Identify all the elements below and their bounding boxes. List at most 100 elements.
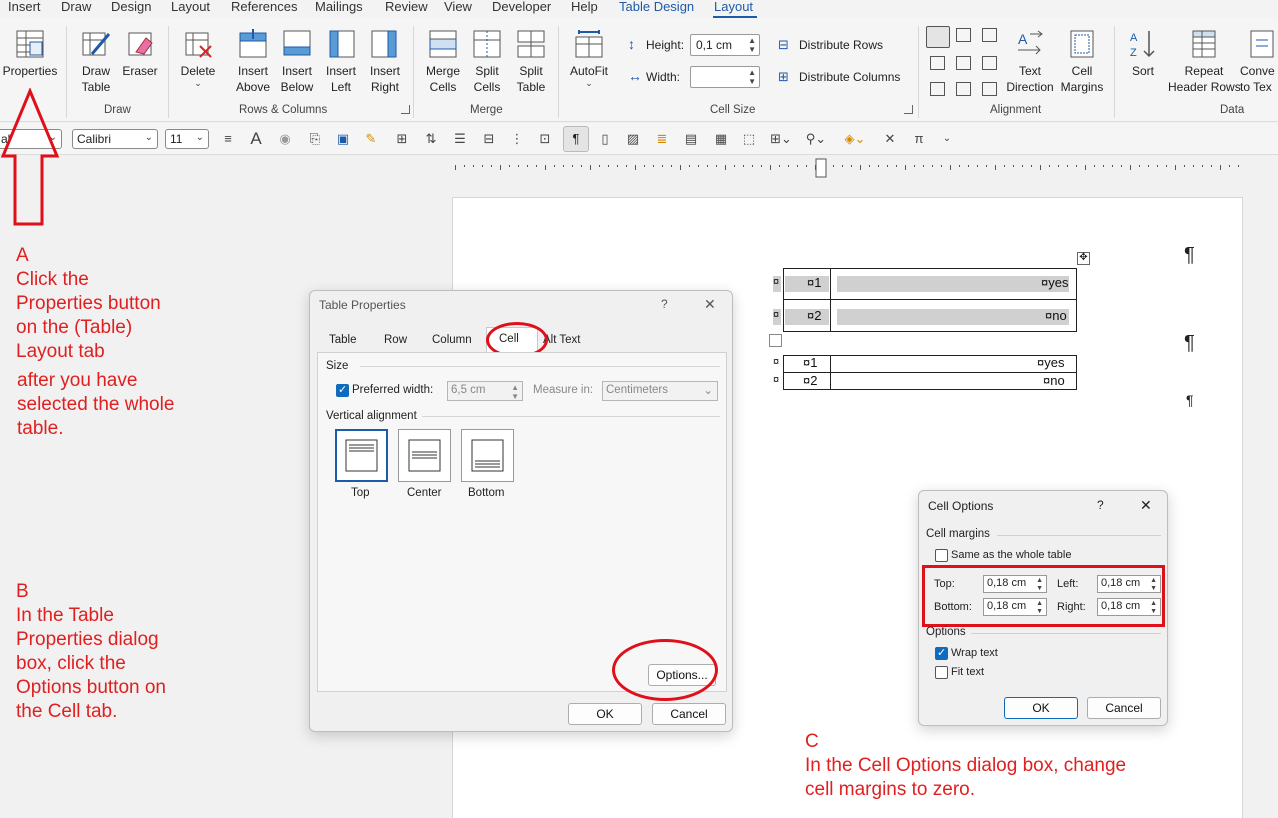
link-icon[interactable]: ⚲⌄ <box>803 130 829 148</box>
tab-alt-text[interactable]: Alt Text <box>543 334 581 346</box>
bullets-icon[interactable]: ☰ <box>451 130 469 148</box>
bottom-margin-field[interactable]: 0,18 cm ▲ ▼ <box>983 598 1047 616</box>
highlight-icon[interactable]: ◉ <box>276 130 294 148</box>
sort-button[interactable]: AZ Sort <box>1122 28 1164 79</box>
align-center-icon[interactable] <box>956 56 971 70</box>
picture-icon[interactable]: ▨ <box>624 130 642 148</box>
tab-references[interactable]: References <box>231 0 297 14</box>
stack-icon[interactable]: ≣ <box>653 130 671 148</box>
align-bottom-right-icon[interactable] <box>982 82 997 96</box>
split-cells-button[interactable]: Split Cells <box>466 28 508 95</box>
distribute-columns-button[interactable]: Distribute Columns <box>799 70 900 84</box>
spinner-arrows-icon[interactable]: ▲ ▼ <box>1150 577 1157 593</box>
delete-button[interactable]: Delete ⌄ <box>176 28 220 88</box>
close-x-icon[interactable]: ✕ <box>881 130 899 148</box>
cancel-button[interactable]: Cancel <box>652 703 726 725</box>
help-button[interactable]: ? <box>1097 498 1104 512</box>
split-table-button[interactable]: Split Table <box>510 28 552 95</box>
text-box-icon[interactable]: ▣ <box>334 130 352 148</box>
select-icon[interactable]: ⬚ <box>740 130 758 148</box>
align-top-center-icon[interactable] <box>956 28 971 42</box>
insert-below-button[interactable]: Insert Below <box>276 28 318 95</box>
tab-table-design[interactable]: Table Design <box>619 0 694 14</box>
width-field[interactable]: ▲ ▼ <box>690 66 760 88</box>
tab-view[interactable]: View <box>444 0 472 14</box>
draw-table-button[interactable]: Draw Table <box>76 28 116 95</box>
spinner-arrows-icon[interactable]: ▲ ▼ <box>748 36 756 54</box>
document-icon[interactable]: ▤ <box>682 130 700 148</box>
tab-table-layout[interactable]: Layout <box>714 0 753 14</box>
right-margin-field[interactable]: 0,18 cm ▲ ▼ <box>1097 598 1161 616</box>
ok-button[interactable]: OK <box>1004 697 1078 719</box>
page-icon[interactable]: ▯ <box>596 130 614 148</box>
same-as-whole-table-checkbox[interactable] <box>935 549 948 562</box>
cell-size-launcher-icon[interactable] <box>904 105 913 114</box>
spinner-arrows-icon[interactable]: ▲ ▼ <box>511 383 519 401</box>
horizontal-ruler[interactable] <box>0 156 1278 178</box>
tab-help[interactable]: Help <box>571 0 598 14</box>
font-color-icon[interactable]: A <box>247 130 265 148</box>
valign-top-option[interactable] <box>335 429 388 482</box>
document-table-2[interactable]: ¤ ¤1 ¤yes ¤ ¤2 ¤no <box>773 355 1077 390</box>
numbering-icon[interactable]: ⋮ <box>508 130 526 148</box>
tab-review[interactable]: Review <box>385 0 428 14</box>
cancel-button[interactable]: Cancel <box>1087 697 1161 719</box>
eraser-button[interactable]: Eraser <box>120 28 160 79</box>
tab-layout-page[interactable]: Layout <box>171 0 210 14</box>
top-margin-field[interactable]: 0,18 cm ▲ ▼ <box>983 575 1047 593</box>
clear-format-icon[interactable]: ⎘ <box>306 130 324 148</box>
document-table-1[interactable]: ¤ ¤1 ¤yes ¤ ¤2 ¤no <box>773 268 1077 332</box>
align-center-left-icon[interactable] <box>930 56 945 70</box>
tab-draw[interactable]: Draw <box>61 0 91 14</box>
insert-right-button[interactable]: Insert Right <box>364 28 406 95</box>
shading-icon[interactable]: ◈⌄ <box>840 130 870 148</box>
tab-column[interactable]: Column <box>432 334 472 346</box>
format-painter-icon[interactable]: ✎ <box>362 130 380 148</box>
spinner-arrows-icon[interactable]: ▲ ▼ <box>1036 600 1043 616</box>
text-direction-button[interactable]: A Text Direction <box>1006 28 1054 95</box>
insert-left-button[interactable]: Insert Left <box>320 28 362 95</box>
symbol-icon[interactable]: π <box>910 130 928 148</box>
table-grid-icon[interactable]: ⊞ <box>393 130 411 148</box>
spinner-arrows-icon[interactable]: ▲ ▼ <box>1036 577 1043 593</box>
close-icon[interactable]: ✕ <box>1140 497 1152 514</box>
tab-table[interactable]: Table <box>329 334 357 346</box>
height-field[interactable]: 0,1 cm ▲ ▼ <box>690 34 760 56</box>
tab-design[interactable]: Design <box>111 0 151 14</box>
close-icon[interactable]: ✕ <box>704 296 716 313</box>
preferred-width-field[interactable]: 6,5 cm ▲ ▼ <box>447 381 523 401</box>
customize-toolbar-icon[interactable]: ⌄ <box>938 130 956 148</box>
left-margin-field[interactable]: 0,18 cm ▲ ▼ <box>1097 575 1161 593</box>
valign-bottom-option[interactable] <box>461 429 514 482</box>
align-bottom-left-icon[interactable] <box>930 82 945 96</box>
preferred-width-checkbox[interactable] <box>336 383 349 397</box>
align-center-right-icon[interactable] <box>982 56 997 70</box>
valign-center-option[interactable] <box>398 429 451 482</box>
tab-developer[interactable]: Developer <box>492 0 551 14</box>
distribute-rows-button[interactable]: Distribute Rows <box>799 38 883 52</box>
sort-az-icon[interactable]: ⇅ <box>422 130 440 148</box>
insert-icon[interactable]: ⊡ <box>536 130 554 148</box>
tab-insert[interactable]: Insert <box>8 0 41 14</box>
convert-to-text-button[interactable]: Conve to Tex <box>1240 28 1278 95</box>
font-size-select[interactable]: 11 ⌄ <box>165 129 209 149</box>
table-insert-icon[interactable]: ⊞⌄ <box>768 130 794 148</box>
measure-in-select[interactable]: Centimeters ⌄ <box>602 381 718 401</box>
cell-margins-button[interactable]: Cell Margins <box>1058 28 1106 95</box>
merge-cells-button[interactable]: Merge Cells <box>421 28 465 95</box>
autofit-button[interactable]: AutoFit ⌄ <box>566 28 612 88</box>
line-spacing-icon[interactable]: ≡ <box>219 130 237 148</box>
tab-mailings[interactable]: Mailings <box>315 0 363 14</box>
wrap-text-checkbox[interactable] <box>935 646 948 660</box>
align-top-right-icon[interactable] <box>982 28 997 42</box>
repeat-header-rows-button[interactable]: Repeat Header Rows <box>1168 28 1241 95</box>
table-move-handle-icon[interactable]: ✥ <box>1077 252 1090 265</box>
properties-button[interactable]: Properties <box>2 28 58 79</box>
table-resize-handle[interactable] <box>769 334 782 347</box>
list-icon[interactable]: ▦ <box>712 130 730 148</box>
font-select[interactable]: Calibri ⌄ <box>72 129 158 149</box>
spinner-arrows-icon[interactable]: ▲ ▼ <box>1150 600 1157 616</box>
align-top-left-icon[interactable] <box>926 26 950 48</box>
show-formatting-toggle[interactable]: ¶ <box>563 126 589 152</box>
align-icon[interactable]: ⊟ <box>480 130 498 148</box>
